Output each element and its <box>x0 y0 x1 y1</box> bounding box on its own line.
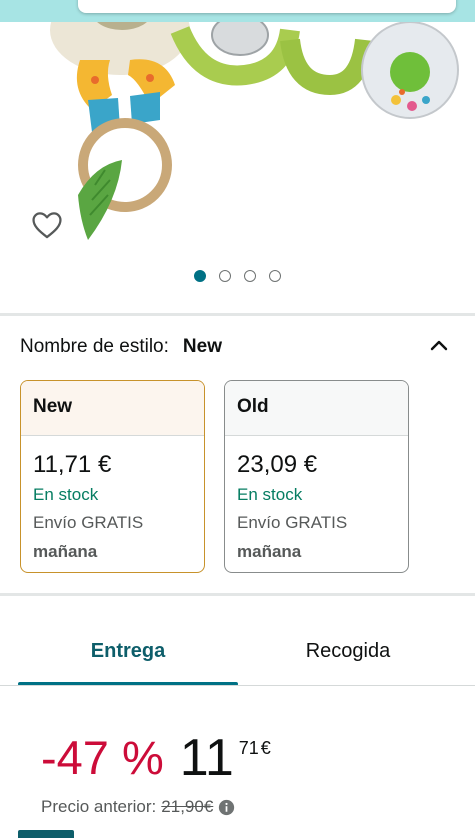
carousel-dot[interactable] <box>269 270 281 282</box>
fulfillment-tabs: Entrega Recogida <box>0 618 475 686</box>
image-carousel-dots <box>0 270 475 282</box>
style-selector-header[interactable]: Nombre de estilo: New <box>20 334 455 360</box>
price-whole: 11 <box>179 729 234 787</box>
style-label: Nombre de estilo: <box>20 336 169 357</box>
info-circle-icon[interactable] <box>218 799 235 816</box>
style-option-name: Old <box>225 381 408 436</box>
carousel-dot-active[interactable] <box>194 270 206 282</box>
price-fraction: 71 <box>238 738 259 758</box>
delivery-date: mañana <box>237 542 302 561</box>
stock-status: En stock <box>237 485 303 504</box>
style-option-price: 23,09 € <box>237 451 318 478</box>
chevron-up-icon[interactable] <box>427 334 451 358</box>
style-option-new[interactable]: New 11,71 € En stock Envío GRATIS mañana <box>20 380 205 573</box>
shipping-info: Envío GRATIS <box>33 513 144 532</box>
bottom-button-edge[interactable] <box>18 830 74 838</box>
search-input[interactable] <box>78 0 456 13</box>
style-option-price: 11,71 € <box>33 451 112 478</box>
style-selected-value: New <box>182 336 222 357</box>
section-divider <box>0 313 475 316</box>
product-image[interactable] <box>0 0 475 313</box>
style-option-name: New <box>21 381 204 436</box>
previous-price-row: Precio anterior: 21,90€ <box>41 797 235 817</box>
tab-entrega[interactable]: Entrega <box>18 618 238 686</box>
previous-price-label: Precio anterior: <box>41 797 157 816</box>
price-block: -47 % 11 71 € <box>41 728 271 788</box>
tabs-divider <box>0 685 475 686</box>
style-option-old[interactable]: Old 23,09 € En stock Envío GRATIS mañana <box>224 380 409 573</box>
section-divider <box>0 593 475 596</box>
carousel-dot[interactable] <box>219 270 231 282</box>
price-currency: € <box>260 738 271 758</box>
heart-outline-icon[interactable] <box>30 208 64 242</box>
discount-percentage: -47 % <box>41 731 164 784</box>
product-image-gallery[interactable] <box>0 0 475 313</box>
stock-status: En stock <box>33 485 99 504</box>
delivery-date: mañana <box>33 542 98 561</box>
carousel-dot[interactable] <box>244 270 256 282</box>
shipping-info: Envío GRATIS <box>237 513 348 532</box>
previous-price-value: 21,90€ <box>161 797 214 816</box>
tab-recogida[interactable]: Recogida <box>238 618 458 686</box>
